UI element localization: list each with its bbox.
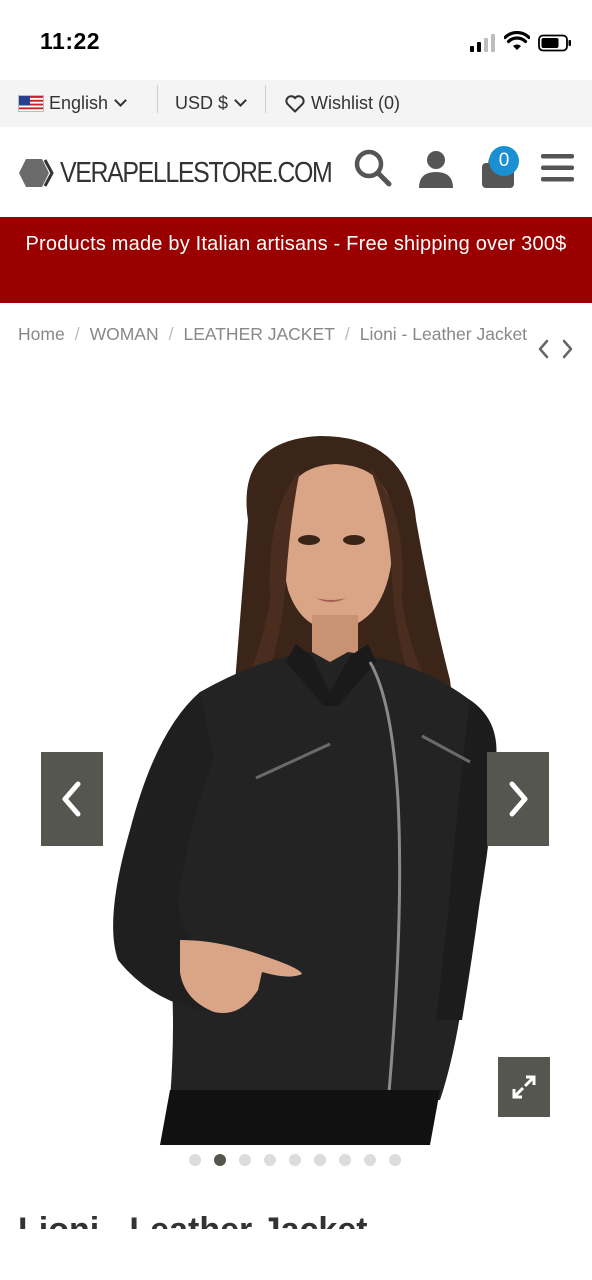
signal-icon [470, 34, 496, 52]
breadcrumb-woman[interactable]: WOMAN [90, 324, 159, 344]
breadcrumb-current: Lioni - Leather Jacket [359, 324, 528, 344]
language-label: English [49, 93, 109, 113]
cart-count-badge: 0 [489, 146, 519, 176]
gallery-dot[interactable] [314, 1154, 326, 1166]
breadcrumb-leather-jacket[interactable]: LEATHER JACKET [183, 324, 334, 344]
user-icon[interactable] [415, 147, 457, 189]
promo-text: Products made by Italian artisans - Free… [25, 233, 567, 255]
chevron-left-icon [62, 781, 81, 817]
chevron-down-icon [114, 94, 127, 107]
gallery-dot[interactable] [389, 1154, 401, 1166]
battery-icon [538, 34, 571, 52]
gallery-dot[interactable] [364, 1154, 376, 1166]
wishlist-link[interactable]: Wishlist (0) [285, 80, 400, 127]
gallery-dot[interactable] [339, 1154, 351, 1166]
gallery-dot[interactable] [214, 1154, 226, 1166]
utility-bar: English USD $ Wishlist (0) [0, 80, 592, 127]
gallery-dot[interactable] [289, 1154, 301, 1166]
gallery-zoom-button[interactable] [498, 1057, 550, 1117]
currency-label: USD $ [175, 93, 229, 113]
product-gallery[interactable] [0, 400, 592, 1145]
divider [265, 85, 266, 113]
status-bar: 11:22 [0, 0, 592, 80]
site-logo[interactable]: VERAPELLESTORE.COM [18, 153, 376, 193]
promo-banner: Products made by Italian artisans - Free… [0, 217, 592, 303]
heart-icon [285, 94, 305, 112]
gallery-dot[interactable] [264, 1154, 276, 1166]
product-title-text: Lioni - Leather Jacket [18, 1207, 578, 1229]
search-icon[interactable] [352, 147, 394, 189]
gallery-prev-button[interactable] [41, 752, 103, 846]
breadcrumb: Home / WOMAN / LEATHER JACKET / Lioni - Leathe… [18, 324, 528, 344]
chevron-right-icon [509, 781, 528, 817]
gallery-pagination [189, 1154, 401, 1166]
us-flag-icon [18, 95, 44, 112]
logo-text: VERAPELLESTORE.COM [60, 156, 333, 189]
prev-next-product-nav[interactable] [536, 338, 576, 360]
gallery-next-button[interactable] [487, 752, 549, 846]
currency-selector[interactable]: USD $ [175, 80, 247, 127]
gallery-dot[interactable] [239, 1154, 251, 1166]
divider [157, 85, 158, 113]
status-time: 11:22 [40, 28, 101, 54]
breadcrumb-home[interactable]: Home [18, 324, 65, 344]
language-selector[interactable]: English [18, 80, 127, 127]
logo-hexagon-icon [19, 159, 54, 187]
chevron-down-icon [234, 94, 247, 107]
expand-icon [512, 1075, 536, 1099]
wishlist-label: Wishlist (0) [311, 93, 400, 113]
menu-icon[interactable] [538, 147, 580, 189]
gallery-dot[interactable] [189, 1154, 201, 1166]
wifi-icon [504, 31, 530, 50]
product-title: Lioni - Leather Jacket [18, 1207, 578, 1229]
